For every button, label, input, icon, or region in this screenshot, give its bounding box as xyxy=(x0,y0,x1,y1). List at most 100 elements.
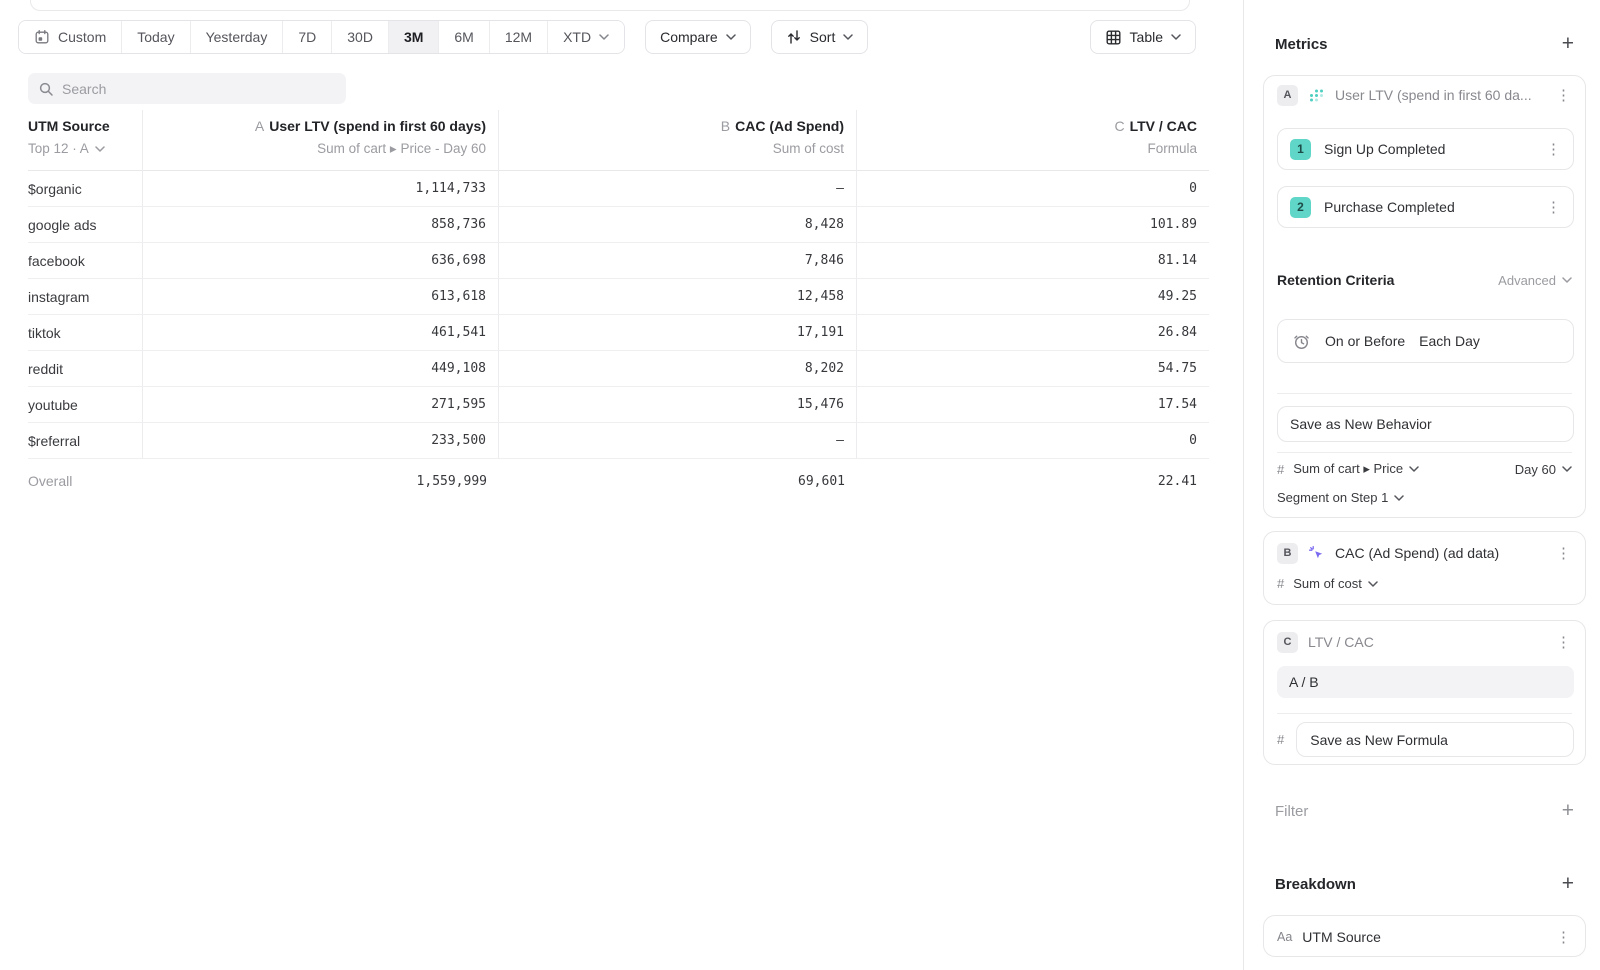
metric-b-title[interactable]: CAC (Ad Spend) (ad data) xyxy=(1335,545,1542,561)
advanced-dropdown[interactable]: Advanced xyxy=(1498,273,1572,288)
retention-criteria-selector[interactable]: On or Before Each Day xyxy=(1277,319,1574,363)
sort-button[interactable]: Sort xyxy=(771,20,869,54)
add-breakdown-button[interactable]: + xyxy=(1562,874,1574,894)
cell-ltv: 449,108 xyxy=(143,351,499,387)
kebab-menu-icon[interactable]: ⋮ xyxy=(1552,86,1575,105)
step-event-name: Sign Up Completed xyxy=(1324,141,1529,157)
numeric-hash-icon: # xyxy=(1277,462,1284,477)
segment-row: Segment on Step 1 xyxy=(1277,490,1572,505)
cell-ltv: 613,618 xyxy=(143,279,499,315)
funnel-step-2[interactable]: 2 Purchase Completed ⋮ xyxy=(1277,186,1574,228)
criteria-period[interactable]: Each Day xyxy=(1419,333,1480,349)
table-row[interactable]: facebook 636,698 7,846 81.14 xyxy=(28,243,1209,279)
cell-ratio: 0 xyxy=(857,423,1209,459)
filter-section-header: Filter + xyxy=(1263,801,1586,821)
add-metric-button[interactable]: + xyxy=(1562,34,1574,54)
date-range-30d[interactable]: 30D xyxy=(332,21,389,53)
ad-click-icon xyxy=(1308,545,1325,562)
row-dimension-subtitle-dropdown[interactable]: Top 12 · A xyxy=(28,138,142,160)
table-row[interactable]: google ads 858,736 8,428 101.89 xyxy=(28,207,1209,243)
metric-letter-badge: A xyxy=(1277,85,1298,106)
table-row[interactable]: tiktok 461,541 17,191 26.84 xyxy=(28,315,1209,351)
table-row[interactable]: instagram 613,618 12,458 49.25 xyxy=(28,279,1209,315)
column-header-ltv[interactable]: AUser LTV (spend in first 60 days) Sum o… xyxy=(143,110,499,171)
column-title: User LTV (spend in first 60 days) xyxy=(269,118,486,134)
kebab-menu-icon[interactable]: ⋮ xyxy=(1552,633,1575,652)
cell-ltv: 858,736 xyxy=(143,207,499,243)
column-subtitle: Sum of cart ▸ Price - Day 60 xyxy=(143,138,486,160)
cell-ratio: 17.54 xyxy=(857,387,1209,423)
row-label: google ads xyxy=(28,207,143,243)
breakdown-property-name: UTM Source xyxy=(1302,929,1542,945)
step-event-name: Purchase Completed xyxy=(1324,199,1529,215)
retention-criteria-row: Retention Criteria Advanced xyxy=(1277,272,1572,288)
chevron-down-icon xyxy=(1394,495,1404,501)
measure-property-dropdown[interactable]: Sum of cost xyxy=(1293,576,1378,591)
column-subtitle: Formula xyxy=(857,138,1197,160)
date-range-12m[interactable]: 12M xyxy=(490,21,548,53)
metric-card-c: C LTV / CAC ⋮ A / B # Save as New Formul… xyxy=(1263,620,1586,765)
table-row[interactable]: $referral 233,500 – 0 xyxy=(28,423,1209,459)
date-range-custom[interactable]: Custom xyxy=(19,21,122,53)
chevron-down-icon xyxy=(599,34,609,40)
row-label: tiktok xyxy=(28,315,143,351)
column-header-ltv-cac[interactable]: CLTV / CAC Formula xyxy=(857,110,1209,171)
kebab-menu-icon[interactable]: ⋮ xyxy=(1542,198,1565,217)
row-label: $organic xyxy=(28,171,143,207)
funnel-step-1[interactable]: 1 Sign Up Completed ⋮ xyxy=(1277,128,1574,170)
table-header-row: UTM Source Top 12 · A AUser LTV (spend i… xyxy=(28,110,1209,171)
report-main-area: Custom Today Yesterday 7D 30D 3M 6M 12M … xyxy=(0,0,1243,970)
chevron-down-icon xyxy=(1409,466,1419,472)
table-row[interactable]: reddit 449,108 8,202 54.75 xyxy=(28,351,1209,387)
chart-card-bottom-edge xyxy=(30,0,1190,11)
formula-input[interactable]: A / B xyxy=(1277,666,1574,698)
measurement-row: # Sum of cart ▸ Price Day 60 xyxy=(1277,461,1572,477)
cell-ltv: 461,541 xyxy=(143,315,499,351)
criteria-operator[interactable]: On or Before xyxy=(1325,333,1405,349)
metric-letter-badge: B xyxy=(1277,543,1298,564)
cell-cac: 8,202 xyxy=(499,351,857,387)
metric-letter-badge: C xyxy=(1277,632,1298,653)
breakdown-card-utm-source[interactable]: Aa UTM Source ⋮ xyxy=(1263,915,1586,957)
kebab-menu-icon[interactable]: ⋮ xyxy=(1552,928,1575,947)
add-filter-button[interactable]: + xyxy=(1562,801,1574,821)
row-label: youtube xyxy=(28,387,143,423)
retention-criteria-label: Retention Criteria xyxy=(1277,272,1394,288)
measure-window-dropdown[interactable]: Day 60 xyxy=(1515,462,1572,477)
save-as-new-formula-button[interactable]: Save as New Formula xyxy=(1296,722,1574,757)
step-number-badge: 2 xyxy=(1290,197,1311,218)
cell-cac: 8,428 xyxy=(499,207,857,243)
step-number-badge: 1 xyxy=(1290,139,1311,160)
table-row[interactable]: youtube 271,595 15,476 17.54 xyxy=(28,387,1209,423)
date-range-3m-selected[interactable]: 3M xyxy=(389,21,439,53)
metric-a-header: A User LTV (spend in first 60 da... ⋮ xyxy=(1277,84,1575,106)
search-icon xyxy=(38,81,54,97)
measure-property-dropdown[interactable]: Sum of cart ▸ Price xyxy=(1293,461,1506,477)
chevron-down-icon xyxy=(843,34,853,40)
divider xyxy=(1277,393,1572,394)
insights-report: Custom Today Yesterday 7D 30D 3M 6M 12M … xyxy=(0,0,1600,970)
date-range-6m[interactable]: 6M xyxy=(439,21,489,53)
view-selector-table[interactable]: Table xyxy=(1090,20,1196,54)
cell-ratio: 81.14 xyxy=(857,243,1209,279)
date-range-xtd[interactable]: XTD xyxy=(548,21,624,53)
filter-title: Filter xyxy=(1275,803,1308,820)
kebab-menu-icon[interactable]: ⋮ xyxy=(1552,544,1575,563)
column-header-cac[interactable]: BCAC (Ad Spend) Sum of cost xyxy=(499,110,857,171)
breakdown-section-header: Breakdown + xyxy=(1263,874,1586,894)
date-range-today[interactable]: Today xyxy=(122,21,190,53)
segment-on-step-dropdown[interactable]: Segment on Step 1 xyxy=(1277,490,1404,505)
date-range-yesterday[interactable]: Yesterday xyxy=(191,21,284,53)
row-label: facebook xyxy=(28,243,143,279)
table-row[interactable]: $organic 1,114,733 – 0 xyxy=(28,171,1209,207)
metric-card-a: A User LTV (spend in first 60 da... ⋮ 1 … xyxy=(1263,75,1586,518)
kebab-menu-icon[interactable]: ⋮ xyxy=(1542,140,1565,159)
string-property-icon: Aa xyxy=(1277,930,1292,944)
save-as-new-behavior-button[interactable]: Save as New Behavior xyxy=(1277,406,1574,442)
metric-a-title[interactable]: User LTV (spend in first 60 da... xyxy=(1335,87,1542,103)
metric-c-title[interactable]: LTV / CAC xyxy=(1308,634,1542,650)
divider xyxy=(1277,452,1572,453)
date-range-7d[interactable]: 7D xyxy=(283,21,332,53)
compare-button[interactable]: Compare xyxy=(645,20,751,54)
search-input[interactable] xyxy=(62,81,336,97)
